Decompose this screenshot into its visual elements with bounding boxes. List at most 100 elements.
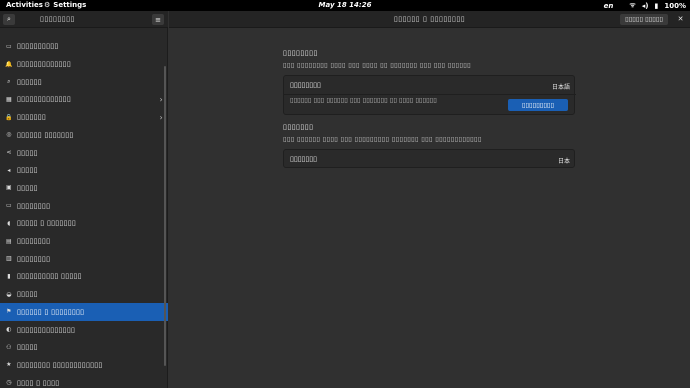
input-language-indicator[interactable]: en <box>604 2 614 10</box>
login-screen-button[interactable]: ▯▯▯▯▯ ▯▯▯▯▯ <box>620 14 668 25</box>
date-time-icon: ◷ <box>6 379 12 387</box>
formats-section-description: ▯▯▯ ▯▯▯▯▯▯ ▯▯▯▯ ▯▯▯ ▯▯▯▯▯▯▯▯▯ ▯▯▯▯▯▯▯ ▯▯… <box>283 135 482 143</box>
search-icon: ⌕ <box>7 15 11 23</box>
sidebar-item-label: ▯▯▯▯▯▯▯▯ <box>17 237 51 246</box>
sidebar-item[interactable]: ◷ ▯▯▯▯ ▯ ▯▯▯▯ <box>0 374 168 388</box>
search-icon: ⌕ <box>7 77 11 85</box>
sidebar-item-label: ▯▯▯▯▯▯▯▯▯▯▯▯▯ <box>17 60 71 69</box>
sidebar-list: ▭ ▯▯▯▯▯▯▯▯▯▯ 🔔 ▯▯▯▯▯▯▯▯▯▯▯▯▯ ⌕ ▯▯▯▯▯▯ ▦ ▯▯▯▯▯▯▯… <box>0 29 168 388</box>
sidebar-item[interactable]: ▭ ▯▯▯▯▯▯▯▯ <box>0 197 168 215</box>
formats-row-label: ▯▯▯▯▯▯▯ <box>290 155 317 163</box>
accessibility-icon: ◐ <box>6 326 12 334</box>
removable-media-icon: ▮ <box>7 272 11 280</box>
restart-button[interactable]: ▯▯▯▯▯▯▯▯▯ <box>508 99 568 111</box>
region-language-panel: ▯▯▯▯▯▯▯▯ ▯▯▯ ▯▯▯▯▯▯▯▯ ▯▯▯▯ ▯▯▯ ▯▯▯▯ ▯▯ ▯… <box>169 28 690 388</box>
sidebar-item[interactable]: ◖ ▯▯▯▯▯ ▯ ▯▯▯▯▯▯▯ <box>0 215 168 233</box>
default-apps-icon: ★ <box>6 361 12 369</box>
sidebar-item-label: ▯▯▯▯▯▯▯▯ <box>17 201 51 210</box>
sidebar-item-label: ▯▯▯▯▯▯ ▯ ▯▯▯▯▯▯▯▯ <box>17 307 85 316</box>
formats-section-title: ▯▯▯▯▯▯▯ <box>283 123 314 131</box>
sidebar-item-label: ▯▯▯▯▯ <box>17 166 38 175</box>
sidebar: ⌕ ▯▯▯▯▯▯▯▯ ≡ ▭ ▯▯▯▯▯▯▯▯▯▯ 🔔 ▯▯▯▯▯▯▯▯▯▯▯▯▯ ⌕ ▯… <box>0 11 168 388</box>
sidebar-item[interactable]: ⚇ ▯▯▯▯▯ <box>0 338 168 356</box>
volume-icon: ◂) <box>641 1 649 10</box>
sidebar-item[interactable]: 🔔 ▯▯▯▯▯▯▯▯▯▯▯▯▯ <box>0 55 168 73</box>
language-row-value: 日本語 <box>551 84 570 91</box>
sidebar-item[interactable]: ▣ ▯▯▯▯▯ <box>0 179 168 197</box>
sidebar-item[interactable]: ▦ ▯▯▯▯▯▯▯▯▯▯▯▯▯ › <box>0 91 168 109</box>
wifi-icon: ᯤ <box>629 1 636 9</box>
sidebar-scrollbar[interactable] <box>164 66 166 366</box>
sidebar-item[interactable]: ⌕ ▯▯▯▯▯▯ <box>0 73 168 91</box>
close-icon: ✕ <box>677 15 684 23</box>
formats-row[interactable]: ▯▯▯▯▯▯▯ 日本 <box>284 150 576 168</box>
hamburger-icon: ≡ <box>155 15 161 24</box>
sidebar-item[interactable]: ◎ ▯▯▯▯▯▯ ▯▯▯▯▯▯▯ <box>0 126 168 144</box>
sidebar-item[interactable]: ◐ ▯▯▯▯▯▯▯▯▯▯▯▯▯▯ <box>0 321 168 339</box>
region-language-icon: ⚑ <box>6 308 12 316</box>
sound-icon: ◂ <box>7 166 11 174</box>
users-icon: ⚇ <box>6 343 12 351</box>
apps-icon: ▦ <box>6 95 12 103</box>
sidebar-item-label: ▯▯▯▯▯▯▯▯▯▯ ▯▯▯▯▯ <box>17 272 82 281</box>
sidebar-item-label: ▯▯▯▯▯ <box>17 290 38 299</box>
sidebar-item[interactable]: ⋖ ▯▯▯▯▯ <box>0 144 168 162</box>
displays-icon: ▭ <box>6 202 12 210</box>
chevron-right-icon: › <box>159 112 163 122</box>
sidebar-item[interactable]: 🔒 ▯▯▯▯▯▯▯ › <box>0 108 168 126</box>
menu-button[interactable]: ≡ <box>152 14 164 25</box>
language-row[interactable]: ▯▯▯▯▯▯▯▯ 日本語 <box>284 76 576 94</box>
sidebar-item-label: ▯▯▯▯▯ <box>17 148 38 157</box>
keyboard-icon: ▤ <box>6 237 12 245</box>
language-section-title: ▯▯▯▯▯▯▯▯ <box>283 49 318 57</box>
sidebar-item[interactable]: ⚑ ▯▯▯▯▯▯ ▯ ▯▯▯▯▯▯▯▯ <box>0 303 168 321</box>
sidebar-item[interactable]: ◂ ▯▯▯▯▯ <box>0 161 168 179</box>
language-row-label: ▯▯▯▯▯▯▯▯ <box>290 81 321 89</box>
privacy-icon: 🔒 <box>5 113 13 121</box>
sidebar-title: ▯▯▯▯▯▯▯▯ <box>40 15 75 23</box>
formats-row-value: 日本 <box>557 158 570 165</box>
sidebar-item[interactable]: ★ ▯▯▯▯▯▯▯▯ ▯▯▯▯▯▯▯▯▯▯▯▯ <box>0 356 168 374</box>
online-accounts-icon: ◎ <box>6 131 12 139</box>
language-card: ▯▯▯▯▯▯▯▯ 日本語 ▯▯▯▯▯▯ ▯▯▯ ▯▯▯▯▯▯ ▯▯▯ ▯▯▯▯▯… <box>283 75 576 115</box>
battery-icon: ▮ <box>654 1 659 10</box>
chevron-right-icon: › <box>159 94 163 104</box>
sidebar-item-label: ▯▯▯▯▯▯▯▯ ▯▯▯▯▯▯▯▯▯▯▯▯ <box>17 360 103 369</box>
sidebar-item[interactable]: ▭ ▯▯▯▯▯▯▯▯▯▯ <box>0 38 168 56</box>
sidebar-item[interactable]: ▥ ▯▯▯▯▯▯▯▯ <box>0 250 168 268</box>
sidebar-item[interactable]: ▤ ▯▯▯▯▯▯▯▯ <box>0 232 168 250</box>
sidebar-item-label: ▯▯▯▯▯▯▯▯ <box>17 254 51 263</box>
battery-percentage: 100% <box>664 1 686 10</box>
formats-card: ▯▯▯▯▯▯▯ 日本 <box>283 149 575 168</box>
sidebar-item-label: ▯▯▯▯▯▯ <box>17 77 42 86</box>
sharing-icon: ⋖ <box>6 149 12 157</box>
sidebar-item-label: ▯▯▯▯▯▯▯▯▯▯▯▯▯▯ <box>17 325 76 334</box>
sidebar-item-label: ▯▯▯▯▯ <box>17 183 38 192</box>
page-title: ▯▯▯▯▯▯ ▯ ▯▯▯▯▯▯▯▯ <box>393 15 466 23</box>
sidebar-item-label: ▯▯▯▯▯ <box>17 343 38 352</box>
language-section-description: ▯▯▯ ▯▯▯▯▯▯▯▯ ▯▯▯▯ ▯▯▯ ▯▯▯▯ ▯▯ ▯▯▯▯▯▯▯ ▯▯… <box>283 61 472 69</box>
sidebar-item-label: ▯▯▯▯▯ ▯ ▯▯▯▯▯▯▯ <box>17 219 77 228</box>
system-tray[interactable]: en ᯤ ◂) ▮ 100% <box>604 1 686 10</box>
settings-window: ⌕ ▯▯▯▯▯▯▯▯ ≡ ▭ ▯▯▯▯▯▯▯▯▯▯ 🔔 ▯▯▯▯▯▯▯▯▯▯▯▯▯ ⌕ ▯… <box>0 11 690 388</box>
network-icon: ▭ <box>6 42 12 50</box>
sidebar-item-label: ▯▯▯▯▯▯▯▯▯▯ <box>17 42 59 51</box>
sidebar-item-label: ▯▯▯▯▯▯▯ <box>17 113 47 122</box>
main-header: ▯▯▯▯▯▯ ▯ ▯▯▯▯▯▯▯▯ ▯▯▯▯▯ ▯▯▯▯▯ ✕ <box>169 11 690 28</box>
clock[interactable]: May 18 14:26 <box>0 1 690 9</box>
sidebar-item-label: ▯▯▯▯▯▯ ▯▯▯▯▯▯▯ <box>17 130 74 139</box>
color-icon: ◒ <box>6 290 12 298</box>
sidebar-item-label: ▯▯▯▯▯▯▯▯▯▯▯▯▯ <box>17 95 71 104</box>
mouse-touchpad-icon: ◖ <box>7 219 11 227</box>
sidebar-item[interactable]: ▮ ▯▯▯▯▯▯▯▯▯▯ ▯▯▯▯▯ <box>0 268 168 286</box>
printers-icon: ▥ <box>6 255 12 263</box>
close-button[interactable]: ✕ <box>675 14 686 25</box>
sidebar-item-label: ▯▯▯▯ ▯ ▯▯▯▯ <box>17 378 60 387</box>
notifications-icon: 🔔 <box>5 60 13 68</box>
restart-notice: ▯▯▯▯▯▯ ▯▯▯ ▯▯▯▯▯▯ ▯▯▯ ▯▯▯▯▯▯▯ ▯▯ ▯▯▯▯ ▯▯… <box>290 96 437 104</box>
top-bar: Activities ⚙ Settings May 18 14:26 en ᯤ … <box>0 0 690 11</box>
divider <box>284 94 576 95</box>
search-button[interactable]: ⌕ <box>3 14 15 25</box>
power-icon: ▣ <box>6 184 12 192</box>
sidebar-item[interactable]: ◒ ▯▯▯▯▯ <box>0 285 168 303</box>
